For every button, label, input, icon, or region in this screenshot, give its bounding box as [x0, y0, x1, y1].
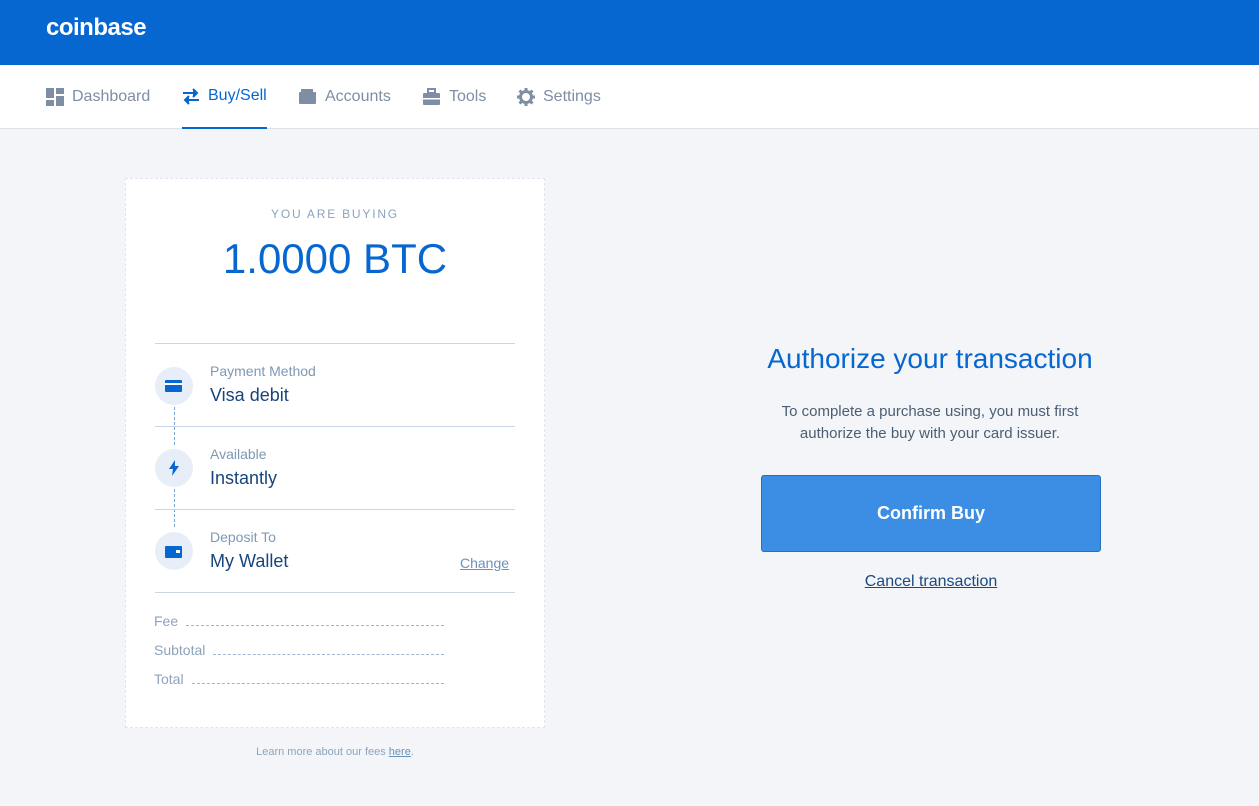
divider — [155, 509, 515, 510]
toolbox-icon — [423, 88, 441, 106]
order-summary-card: YOU ARE BUYING 1.0000 BTC Payment Method… — [125, 178, 545, 728]
authorize-description: To complete a purchase using, you must f… — [781, 403, 1079, 442]
payment-method-value: Visa debit — [210, 385, 289, 405]
transfer-arrows-icon — [182, 87, 200, 105]
nav-buy-sell-label: Buy/Sell — [208, 87, 267, 104]
subtotal-leader — [213, 654, 444, 655]
nav-tools[interactable]: Tools — [423, 65, 486, 129]
fee-label: Fee — [154, 613, 179, 629]
fees-here-link[interactable]: here — [389, 746, 411, 758]
confirm-buy-button[interactable]: Confirm Buy — [761, 475, 1101, 552]
main-nav: Dashboard Buy/Sell Accounts Tools Settin… — [0, 65, 1259, 129]
nav-accounts[interactable]: Accounts — [299, 65, 391, 129]
top-bar: coinbase — [0, 0, 1259, 65]
fees-note-text: Learn more about our fees — [256, 746, 389, 758]
authorize-title: Authorize your transaction — [767, 343, 1093, 374]
nav-tools-label: Tools — [449, 88, 487, 105]
subtotal-row: Subtotal — [154, 640, 444, 658]
total-label: Total — [154, 671, 184, 687]
available-value: Instantly — [210, 468, 278, 488]
nav-dashboard[interactable]: Dashboard — [46, 65, 150, 129]
card-icon — [155, 367, 193, 405]
fees-note-period: . — [410, 746, 414, 758]
available-label: Available — [210, 446, 267, 462]
nav-dashboard-label: Dashboard — [72, 88, 151, 105]
nav-settings[interactable]: Settings — [517, 65, 601, 129]
connector-line — [174, 489, 175, 527]
fees-note: Learn more about our fees here. — [125, 746, 545, 758]
wallet-icon — [299, 88, 317, 106]
nav-accounts-label: Accounts — [325, 88, 391, 105]
deposit-to-label: Deposit To — [210, 529, 276, 545]
total-row: Total — [154, 669, 444, 687]
wallet-icon — [155, 532, 193, 570]
fee-row: Fee — [154, 611, 444, 629]
payment-method-label: Payment Method — [210, 363, 316, 379]
dashboard-icon — [46, 88, 64, 106]
fee-leader — [186, 625, 444, 626]
change-deposit-link[interactable]: Change — [460, 555, 509, 571]
total-leader — [191, 683, 444, 684]
divider — [155, 343, 515, 344]
gear-icon — [517, 88, 535, 106]
coinbase-logo[interactable]: coinbase — [46, 14, 147, 42]
lightning-icon — [155, 449, 193, 487]
deposit-to-value: My Wallet — [210, 551, 289, 571]
buy-amount: 1.0000 BTC — [222, 235, 448, 282]
nav-buy-sell[interactable]: Buy/Sell — [182, 65, 267, 129]
divider — [155, 426, 515, 427]
subtotal-label: Subtotal — [154, 642, 206, 658]
cancel-transaction-link[interactable]: Cancel transaction — [761, 573, 1101, 591]
divider — [155, 592, 515, 593]
nav-settings-label: Settings — [543, 88, 601, 105]
buying-heading: YOU ARE BUYING — [271, 207, 399, 221]
